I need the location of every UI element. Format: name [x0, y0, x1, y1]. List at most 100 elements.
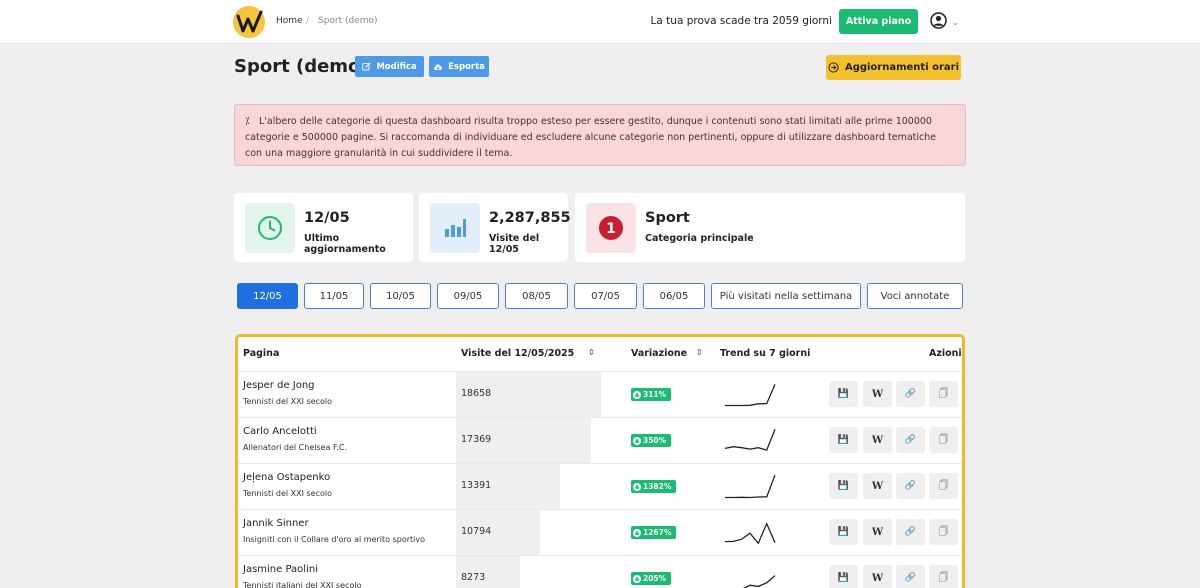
bookmark-icon: 🗍: [939, 527, 948, 537]
breadcrumb-current: Sport (demo): [318, 16, 378, 26]
tab-12-05[interactable]: 12/05: [237, 283, 298, 309]
export-button[interactable]: Esporta: [429, 56, 489, 77]
bookmark-icon: 🗍: [939, 481, 948, 491]
tab-06-05[interactable]: 06/05: [643, 283, 705, 309]
tab-09-05[interactable]: 09/05: [437, 283, 499, 309]
link-icon: 🔗: [904, 389, 917, 399]
sort-icon[interactable]: ⇕: [696, 348, 703, 357]
page-name[interactable]: Jannik Sinner: [243, 518, 309, 529]
page-category: Insigniti con il Collare d'oro al merito…: [243, 535, 426, 544]
wikipedia-icon: W: [871, 388, 884, 400]
tab-11-05[interactable]: 11/05: [304, 283, 364, 309]
trend-sparkline: [732, 575, 776, 588]
tab-08-05[interactable]: 08/05: [505, 283, 568, 309]
trend-sparkline: [725, 384, 776, 407]
stat-icon-box: 1: [586, 203, 636, 253]
change-value: 350%: [643, 436, 667, 445]
table-row: Jesper de Jong Tennisti del XXI secolo 186…: [238, 371, 962, 418]
top-navbar: Home / Sport (demo) La tua prova scade t…: [0, 0, 1200, 44]
column-header-actions: Azioni: [929, 348, 962, 359]
activate-plan-button[interactable]: Attiva piano: [839, 9, 918, 34]
link-button[interactable]: 🔗: [896, 381, 925, 407]
change-badge: ▲ 205%: [631, 572, 672, 585]
bookmark-button[interactable]: 🗍: [929, 519, 958, 545]
tab-10-05[interactable]: 10/05: [370, 283, 431, 309]
category-limit-alert: ⁒ L'albero delle categorie di questa dash…: [234, 104, 966, 166]
page-name[interactable]: Jasmine Paolini: [243, 564, 318, 575]
link-button[interactable]: 🔗: [896, 427, 925, 453]
stat-label: Categoria principale: [645, 233, 754, 244]
tab-annotated-entries[interactable]: Voci annotate: [867, 283, 963, 309]
change-value: 205%: [643, 574, 667, 583]
arrow-circle-right-icon: [828, 62, 839, 73]
bookmark-icon: 🗍: [939, 573, 948, 583]
arrow-up-icon: ▲: [633, 528, 641, 537]
save-button[interactable]: 💾: [829, 427, 858, 453]
page-name[interactable]: Carlo Ancelotti: [243, 426, 317, 437]
stat-value: Sport: [645, 210, 690, 226]
save-icon: 💾: [837, 527, 850, 537]
hourly-updates-button[interactable]: Aggiornamenti orari: [826, 55, 961, 80]
bookmark-button[interactable]: 🗍: [929, 381, 958, 407]
bookmark-button[interactable]: 🗍: [929, 427, 958, 453]
page-name[interactable]: Jeļena Ostapenko: [243, 472, 330, 483]
tab-07-05[interactable]: 07/05: [574, 283, 637, 309]
wikipedia-button[interactable]: W: [863, 565, 892, 588]
wikipedia-button[interactable]: W: [863, 473, 892, 499]
app-logo[interactable]: [233, 6, 265, 38]
cloud-download-icon: [434, 63, 443, 70]
trial-expiry-text: La tua prova scade tra 2059 giorni: [650, 15, 832, 27]
wikipedia-icon: W: [871, 434, 884, 446]
chevron-down-icon[interactable]: ⌄: [952, 18, 959, 27]
link-button[interactable]: 🔗: [896, 473, 925, 499]
table-row: Jeļena Ostapenko Tennisti del XXI secolo 1…: [238, 463, 962, 510]
page-title: Sport (demo): [234, 56, 369, 77]
wikipedia-icon: W: [871, 526, 884, 538]
edit-button[interactable]: Modifica: [355, 56, 424, 77]
sort-icon[interactable]: ⇕: [588, 348, 595, 357]
bookmark-button[interactable]: 🗍: [929, 565, 958, 588]
visits-value: 13391: [461, 480, 492, 491]
visits-value: 18658: [461, 388, 492, 399]
save-button[interactable]: 💾: [829, 381, 858, 407]
link-icon: 🔗: [904, 481, 917, 491]
change-badge: ▲ 350%: [631, 434, 672, 447]
arrow-up-icon: ▲: [633, 436, 641, 445]
save-button[interactable]: 💾: [829, 473, 858, 499]
arrow-up-icon: ▲: [633, 390, 641, 399]
stat-card-main-category: 1 Sport Categoria principale: [575, 193, 965, 262]
bookmark-icon: 🗍: [939, 389, 948, 399]
link-button[interactable]: 🔗: [896, 519, 925, 545]
user-avatar-icon[interactable]: [930, 12, 947, 29]
column-header-page: Pagina: [243, 348, 280, 359]
save-icon: 💾: [837, 573, 850, 583]
arrow-up-icon: ▲: [633, 482, 641, 491]
visits-value: 10794: [461, 526, 492, 537]
change-value: 311%: [643, 390, 667, 399]
column-header-change[interactable]: Variazione: [631, 348, 687, 359]
svg-text:1: 1: [606, 221, 616, 237]
wikipedia-icon: W: [871, 480, 884, 492]
pages-table: Pagina Visite del 12/05/2025 ⇕ Variazion…: [235, 334, 965, 588]
save-icon: 💾: [837, 389, 850, 399]
breadcrumb-home[interactable]: Home: [276, 16, 303, 26]
wikipedia-button[interactable]: W: [863, 427, 892, 453]
tab-most-visited-week[interactable]: Più visitati nella settimana: [711, 283, 861, 309]
save-button[interactable]: 💾: [829, 519, 858, 545]
link-button[interactable]: 🔗: [896, 565, 925, 588]
wikipedia-button[interactable]: W: [863, 519, 892, 545]
page-category: Tennisti del XXI secolo: [243, 397, 333, 406]
visits-value: 17369: [461, 434, 492, 445]
wikipedia-button[interactable]: W: [863, 381, 892, 407]
arrow-up-icon: ▲: [633, 574, 641, 583]
edit-icon: [362, 62, 371, 71]
logo-w-icon: [236, 10, 263, 33]
column-header-visits[interactable]: Visite del 12/05/2025: [461, 348, 574, 359]
save-button[interactable]: 💾: [829, 565, 858, 588]
trend-sparkline: [725, 474, 776, 499]
page-name[interactable]: Jesper de Jong: [243, 380, 315, 391]
change-value: 1267%: [643, 528, 672, 537]
bookmark-button[interactable]: 🗍: [929, 473, 958, 499]
save-icon: 💾: [837, 481, 850, 491]
edit-button-label: Modifica: [376, 61, 417, 72]
